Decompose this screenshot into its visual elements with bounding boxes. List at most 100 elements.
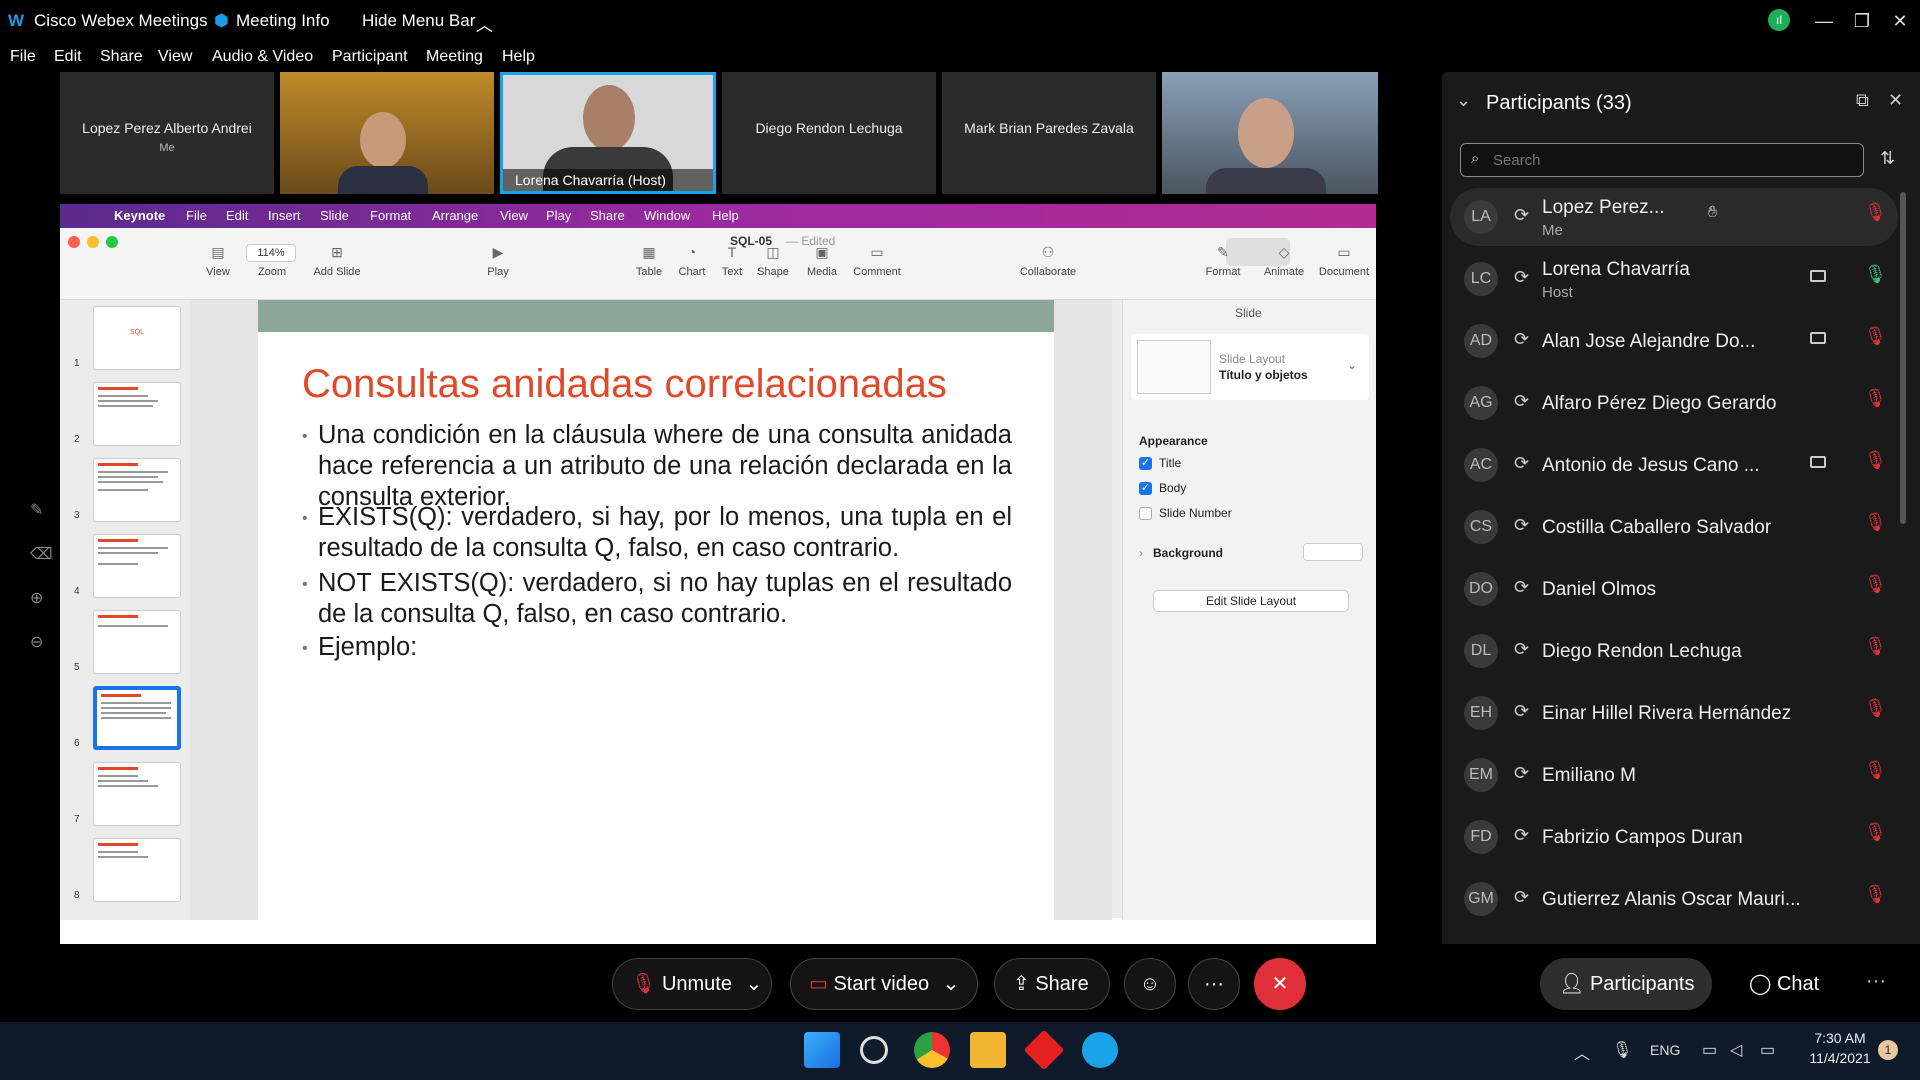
participant-row[interactable]: EM ⟳ Emiliano M 🎙︎ bbox=[1450, 746, 1898, 804]
menu-share[interactable]: Share bbox=[100, 48, 143, 66]
chrome-icon[interactable] bbox=[914, 1032, 950, 1068]
participant-name: Lorena Chavarría bbox=[1542, 259, 1690, 280]
mic-muted-icon[interactable]: 🎙︎ bbox=[1864, 760, 1887, 781]
share-button[interactable]: ⇪ Share bbox=[994, 958, 1110, 1010]
restore-icon[interactable]: ❐ bbox=[1842, 6, 1882, 36]
meeting-info-button[interactable]: Meeting Info bbox=[236, 11, 330, 31]
webex-icon[interactable] bbox=[1082, 1032, 1118, 1068]
active-speaker-tile[interactable]: Lorena Chavarría (Host) bbox=[500, 72, 716, 194]
chevron-up-icon[interactable]: ︿ bbox=[1574, 1040, 1590, 1064]
close-icon[interactable]: ✕ bbox=[1880, 6, 1920, 36]
participant-row[interactable]: LA ⟳ Lopez Perez... Me ✋︎ 🎙︎ bbox=[1450, 188, 1898, 246]
notification-badge[interactable]: 1 bbox=[1878, 1040, 1898, 1060]
checkbox-body-label: Body bbox=[1159, 481, 1187, 495]
mic-on-icon[interactable]: 🎙︎ bbox=[1864, 264, 1887, 285]
mic-muted-icon[interactable]: 🎙︎ bbox=[1864, 388, 1887, 409]
minimize-icon[interactable]: — bbox=[1804, 6, 1844, 36]
zoom-select: 114% bbox=[246, 244, 296, 262]
chat-button[interactable]: ◯ Chat bbox=[1730, 958, 1836, 1010]
clock-time[interactable]: 7:30 AM bbox=[1800, 1030, 1880, 1046]
menu-help[interactable]: Help bbox=[502, 48, 535, 66]
mic-muted-icon[interactable]: 🎙︎ bbox=[1864, 326, 1887, 347]
participant-row[interactable]: EH ⟳ Einar Hillel Rivera Hernández 🎙︎ bbox=[1450, 684, 1898, 742]
collapse-chevron-icon[interactable]: ⌄ bbox=[1456, 90, 1471, 111]
windows-start-icon[interactable] bbox=[804, 1032, 840, 1068]
participant-face bbox=[583, 85, 635, 151]
raise-hand-icon[interactable]: ✋︎ bbox=[1708, 204, 1717, 222]
video-tile[interactable]: Lopez Perez Alberto Andrei Me bbox=[60, 72, 274, 194]
participants-toggle-button[interactable]: 👤︎ Participants bbox=[1540, 958, 1712, 1010]
menu-edit[interactable]: Edit bbox=[54, 48, 82, 66]
close-panel-icon[interactable]: ✕ bbox=[1888, 90, 1903, 111]
participant-row[interactable]: AC ⟳ Antonio de Jesus Cano ... 🎙︎ bbox=[1450, 436, 1898, 494]
video-tile[interactable] bbox=[1162, 72, 1378, 194]
mic-muted-icon[interactable]: 🎙︎ bbox=[1864, 636, 1887, 657]
participant-name: Einar Hillel Rivera Hernández bbox=[1542, 703, 1792, 724]
participant-row[interactable]: FD ⟳ Fabrizio Campos Duran 🎙︎ bbox=[1450, 808, 1898, 866]
chevron-up-icon[interactable]: ︿ bbox=[476, 11, 493, 36]
network-health-icon[interactable]: ıl bbox=[1768, 9, 1790, 31]
eraser-icon[interactable]: ⌫ bbox=[30, 544, 53, 564]
mic-muted-icon[interactable]: 🎙︎ bbox=[1864, 450, 1887, 471]
sort-icon[interactable]: ⇅ bbox=[1880, 148, 1895, 169]
mic-muted-icon[interactable]: 🎙︎ bbox=[1864, 698, 1887, 719]
microphone-icon[interactable]: 🎙︎ bbox=[1612, 1040, 1632, 1060]
mic-muted-icon[interactable]: 🎙︎ bbox=[1864, 202, 1887, 223]
mac-menu-bar: Keynote File Edit Insert Slide Format Ar… bbox=[60, 204, 1376, 228]
menu-view[interactable]: View bbox=[158, 48, 192, 66]
disclosure-arrow-icon: › bbox=[1139, 546, 1143, 560]
video-tile[interactable] bbox=[280, 72, 494, 194]
background-label: Background bbox=[1153, 546, 1224, 560]
participant-row[interactable]: CS ⟳ Costilla Caballero Salvador 🎙︎ bbox=[1450, 498, 1898, 556]
participant-row[interactable]: AD ⟳ Alan Jose Alejandre Do... 🎙︎ bbox=[1450, 312, 1898, 370]
battery-icon[interactable]: ▭ bbox=[1760, 1040, 1775, 1060]
participant-row[interactable]: DL ⟳ Diego Rendon Lechuga 🎙︎ bbox=[1450, 622, 1898, 680]
chevron-down-icon[interactable]: ⌄ bbox=[943, 973, 960, 995]
menu-meeting[interactable]: Meeting bbox=[426, 48, 483, 66]
participant-row[interactable]: AG ⟳ Alfaro Pérez Diego Gerardo 🎙︎ bbox=[1450, 374, 1898, 432]
participant-row[interactable]: DO ⟳ Daniel Olmos 🎙︎ bbox=[1450, 560, 1898, 618]
clock-date[interactable]: 11/4/2021 bbox=[1800, 1050, 1880, 1066]
chevron-down-icon[interactable]: ⌄ bbox=[746, 973, 763, 995]
participant-name: Diego Rendon Lechuga bbox=[755, 120, 903, 136]
sync-icon: ⟳ bbox=[1514, 825, 1530, 845]
file-explorer-icon[interactable] bbox=[970, 1032, 1006, 1068]
mac-menu-play: Play bbox=[546, 208, 572, 223]
participant-body bbox=[1206, 168, 1326, 194]
start-video-button[interactable]: ▭ Start video ⌄ bbox=[790, 958, 978, 1010]
search-box[interactable]: ⌕ bbox=[1460, 143, 1864, 177]
participant-row[interactable]: GM ⟳ Gutierrez Alanis Oscar Mauri... 🎙︎ bbox=[1450, 870, 1898, 928]
zoom-in-icon[interactable]: ⊕ bbox=[30, 588, 43, 608]
video-tile[interactable]: Mark Brian Paredes Zavala bbox=[942, 72, 1156, 194]
mic-muted-icon[interactable]: 🎙︎ bbox=[1864, 884, 1887, 905]
network-icon[interactable]: ▭ bbox=[1702, 1040, 1717, 1060]
annotate-icon[interactable]: ✎ bbox=[30, 500, 43, 520]
more-dots-icon[interactable]: ··· bbox=[1866, 970, 1886, 993]
menu-audio-video[interactable]: Audio & Video bbox=[212, 48, 313, 66]
video-tile[interactable]: Diego Rendon Lechuga bbox=[722, 72, 936, 194]
slide-bullet: Ejemplo: bbox=[318, 633, 418, 661]
participant-row[interactable]: LC ⟳ Lorena Chavarría Host 🎙︎ bbox=[1450, 250, 1898, 308]
mic-muted-icon[interactable]: 🎙︎ bbox=[1864, 574, 1887, 595]
end-call-button[interactable]: ✕ bbox=[1254, 958, 1306, 1010]
menu-file[interactable]: File bbox=[10, 48, 36, 66]
mic-muted-icon[interactable]: 🎙︎ bbox=[1864, 512, 1887, 533]
hide-menu-bar-button[interactable]: Hide Menu Bar bbox=[362, 11, 475, 31]
zoom-out-icon[interactable]: ⊖ bbox=[30, 632, 43, 652]
volume-icon[interactable]: ◁ bbox=[1730, 1040, 1742, 1060]
reactions-button[interactable]: ☺ bbox=[1124, 958, 1176, 1010]
unmute-button[interactable]: 🎙︎ Unmute ⌄ bbox=[612, 958, 772, 1010]
search-icon[interactable] bbox=[860, 1036, 888, 1064]
mic-muted-icon[interactable]: 🎙︎ bbox=[1864, 822, 1887, 843]
more-options-button[interactable]: ··· bbox=[1188, 958, 1240, 1010]
avatar: LC bbox=[1464, 262, 1498, 296]
popout-icon[interactable]: ⧉ bbox=[1856, 90, 1869, 111]
participant-name: Emiliano M bbox=[1542, 765, 1636, 786]
language-indicator[interactable]: ENG bbox=[1650, 1042, 1680, 1058]
format-brush-icon: ✎ bbox=[1217, 244, 1229, 260]
menu-participant[interactable]: Participant bbox=[332, 48, 408, 66]
appearance-heading: Appearance bbox=[1139, 434, 1208, 448]
comment-icon: ▭ bbox=[870, 244, 884, 260]
search-input[interactable] bbox=[1493, 148, 1853, 172]
scrollbar-thumb[interactable] bbox=[1900, 192, 1906, 524]
